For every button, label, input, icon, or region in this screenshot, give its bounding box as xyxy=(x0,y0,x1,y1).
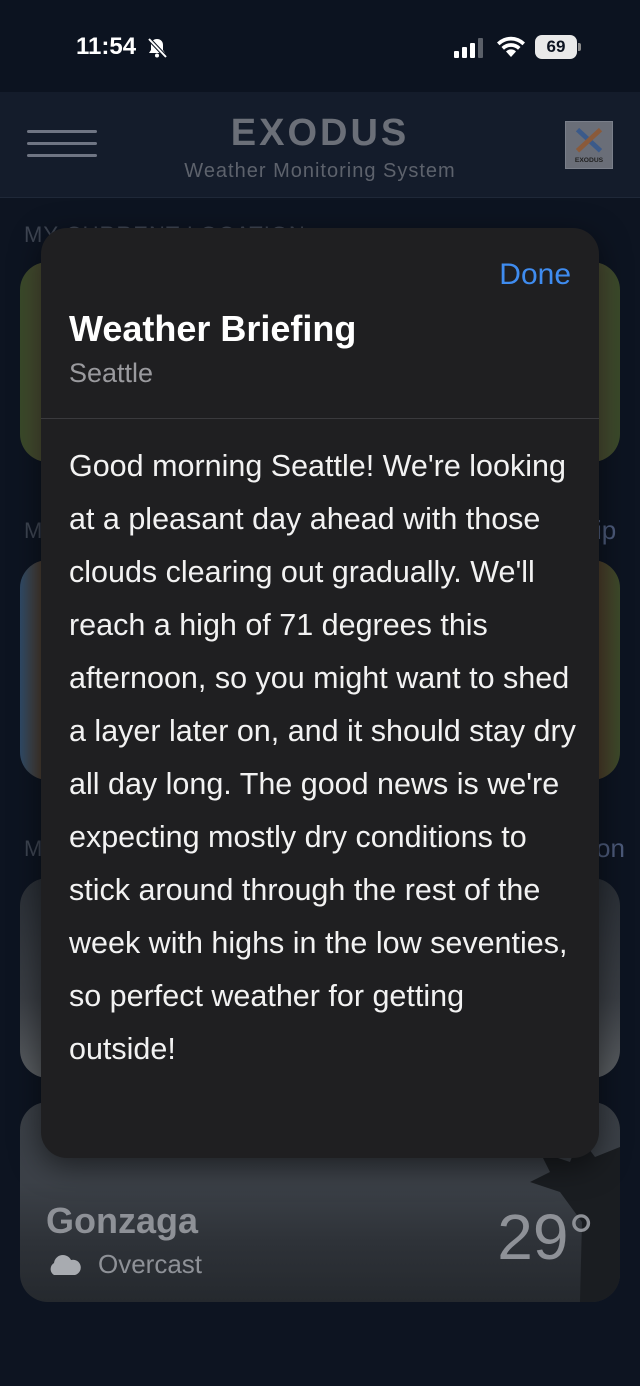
battery-indicator: 69 xyxy=(535,35,581,59)
divider xyxy=(41,418,599,419)
cloud-icon xyxy=(50,1255,81,1275)
app-subtitle: Weather Monitoring System xyxy=(184,160,456,182)
edge-text-3: on xyxy=(596,833,625,863)
bell-slash-icon xyxy=(147,37,168,59)
logo-text: EXODUS xyxy=(575,157,604,164)
done-button[interactable]: Done xyxy=(499,258,571,292)
weather-briefing-modal: Done Weather Briefing Seattle Good morni… xyxy=(41,228,599,1158)
briefing-text: Good morning Seattle! We're looking at a… xyxy=(69,449,576,1066)
location-name: Gonzaga xyxy=(46,1200,199,1241)
app-logo: EXODUS xyxy=(565,121,613,169)
weather-condition: Overcast xyxy=(98,1249,203,1279)
status-time: 11:54 xyxy=(76,33,137,60)
edge-text-2: ip xyxy=(596,515,617,545)
temperature: 29° xyxy=(497,1201,594,1273)
wifi-icon xyxy=(497,36,525,57)
app-header: EXODUS Weather Monitoring System EXODUS xyxy=(0,92,640,198)
modal-location: Seattle xyxy=(69,358,154,388)
battery-cap xyxy=(578,43,581,51)
status-bar: 11:54 69 xyxy=(0,0,640,92)
modal-title: Weather Briefing xyxy=(69,308,357,349)
cellular-signal-icon xyxy=(454,38,483,58)
app-title: EXODUS xyxy=(230,112,410,154)
battery-level: 69 xyxy=(535,35,577,59)
